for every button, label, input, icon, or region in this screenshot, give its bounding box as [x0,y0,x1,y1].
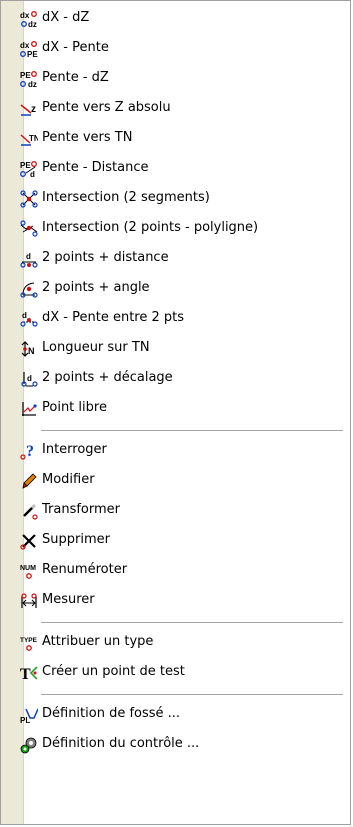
svg-text:NUM: NUM [20,565,36,572]
menu-item-label: Pente vers TN [42,130,133,145]
svg-text:PL: PL [20,716,30,724]
free-point-icon [19,399,38,418]
menu-item-label: Créer un point de test [42,664,185,679]
menu-item-label: Point libre [42,400,107,415]
menu-item-label: Pente - Distance [42,160,149,175]
assign-type-icon: TYPE [19,633,38,652]
menu-item-2-points-decalage[interactable]: d 2 points + décalage [2,363,349,393]
svg-text:dz: dz [28,80,37,88]
menu-item-label: 2 points + décalage [42,370,173,385]
menu-item-2-points-angle[interactable]: 2 points + angle [2,273,349,303]
menu-item-point-libre[interactable]: Point libre [2,393,349,423]
menu-item-supprimer[interactable]: Supprimer [2,525,349,555]
menu-item-label: Attribuer un type [42,634,154,649]
menu-item-label: Pente vers Z absolu [42,100,171,115]
menu-item-pente-dz[interactable]: PE dz Pente - dZ [2,63,349,93]
menu-item-label: Renuméroter [42,562,128,577]
menu-item-label: Transformer [42,502,121,517]
menu-separator [41,694,343,695]
menu-item-transformer[interactable]: Transformer [2,495,349,525]
menu-item-definition-du-controle[interactable]: Définition du contrôle ... [2,729,349,759]
menu-item-label: dX - Pente entre 2 pts [42,310,185,325]
menu-item-label: Définition du contrôle ... [42,736,200,751]
renumber-icon: NUM [19,561,38,580]
svg-text:z: z [31,104,36,115]
context-menu: dx dz dX - dZ dx PE dX - Pente PE dz Pen… [0,0,351,825]
intersection-polyline-icon [19,219,38,238]
menu-item-dx-pente-entre-2-pts[interactable]: d dX - Pente entre 2 pts [2,303,349,333]
menu-item-label: Longueur sur TN [42,340,150,355]
menu-item-intersection-2-points-polyligne[interactable]: Intersection (2 points - polyligne) [2,213,349,243]
menu-item-label: dX - Pente [42,40,109,55]
icon-text: dx [20,11,30,20]
dx-pente-icon: dx PE [19,39,38,58]
menu-item-mesurer[interactable]: Mesurer [2,585,349,615]
menu-item-intersection-2-segments[interactable]: Intersection (2 segments) [2,183,349,213]
pencil-icon [19,471,38,490]
svg-text:d: d [22,311,27,320]
delete-cross-icon [19,531,38,550]
svg-text:dx: dx [20,41,30,50]
menu-item-label: dX - dZ [42,10,90,25]
control-definition-icon [19,735,38,754]
pente-dz-icon: PE dz [19,69,38,88]
svg-text:?: ? [26,443,34,460]
menu-item-longueur-sur-tn[interactable]: N Longueur sur TN [2,333,349,363]
two-points-angle-icon [19,279,38,298]
two-points-distance-icon: d [19,249,38,268]
menu-item-dx-dz[interactable]: dx dz dX - dZ [2,3,349,33]
menu-item-interroger[interactable]: ? Interroger [2,435,349,465]
menu-item-label: Intersection (2 segments) [42,190,210,205]
svg-text:PE: PE [20,71,31,80]
menu-item-label: 2 points + angle [42,280,150,295]
menu-separator [41,622,343,623]
ditch-definition-icon: PL [19,705,38,724]
two-points-offset-icon: d [19,369,38,388]
svg-text:PE: PE [20,161,31,170]
menu-separator [41,430,343,431]
menu-item-label: Interroger [42,442,107,457]
svg-text:d: d [30,170,35,178]
query-icon: ? [19,441,38,460]
menu-item-label: Intersection (2 points - polyligne) [42,220,259,235]
intersection-segments-icon [19,189,38,208]
menu-item-label: Pente - dZ [42,70,109,85]
menu-item-definition-de-fosse[interactable]: PL Définition de fossé ... [2,699,349,729]
menu-item-label: Mesurer [42,592,95,607]
dx-dz-icon: dx dz [19,9,38,28]
menu-item-modifier[interactable]: Modifier [2,465,349,495]
slope-to-z-icon: z [19,99,38,118]
dx-slope-between-points-icon: d [19,309,38,328]
menu-item-pente-vers-tn[interactable]: TN Pente vers TN [2,123,349,153]
menu-item-pente-distance[interactable]: PE d Pente - Distance [2,153,349,183]
menu-item-pente-vers-z-absolu[interactable]: z Pente vers Z absolu [2,93,349,123]
menu-item-dx-pente[interactable]: dx PE dX - Pente [2,33,349,63]
svg-text:d: d [27,374,32,383]
test-point-icon: T [19,663,38,682]
svg-text:TYPE: TYPE [20,637,38,644]
svg-text:dz: dz [28,20,37,28]
menu-item-renumeroter[interactable]: NUM Renuméroter [2,555,349,585]
svg-text:PE: PE [27,50,38,58]
svg-text:N: N [28,346,35,356]
menu-item-label: 2 points + distance [42,250,169,265]
menu-item-2-points-distance[interactable]: d 2 points + distance [2,243,349,273]
length-on-tn-icon: N [19,339,38,358]
slope-to-tn-icon: TN [19,129,38,148]
svg-text:TN: TN [29,134,38,143]
svg-text:d: d [26,252,31,261]
pente-distance-icon: PE d [19,159,38,178]
menu-item-label: Définition de fossé ... [42,706,181,721]
svg-text:T: T [20,666,31,682]
measure-icon [19,591,38,610]
menu-item-creer-un-point-de-test[interactable]: T Créer un point de test [2,657,349,687]
menu-item-attribuer-un-type[interactable]: TYPE Attribuer un type [2,627,349,657]
transform-wand-icon [19,501,38,520]
menu-item-label: Modifier [42,472,95,487]
menu-item-label: Supprimer [42,532,110,547]
